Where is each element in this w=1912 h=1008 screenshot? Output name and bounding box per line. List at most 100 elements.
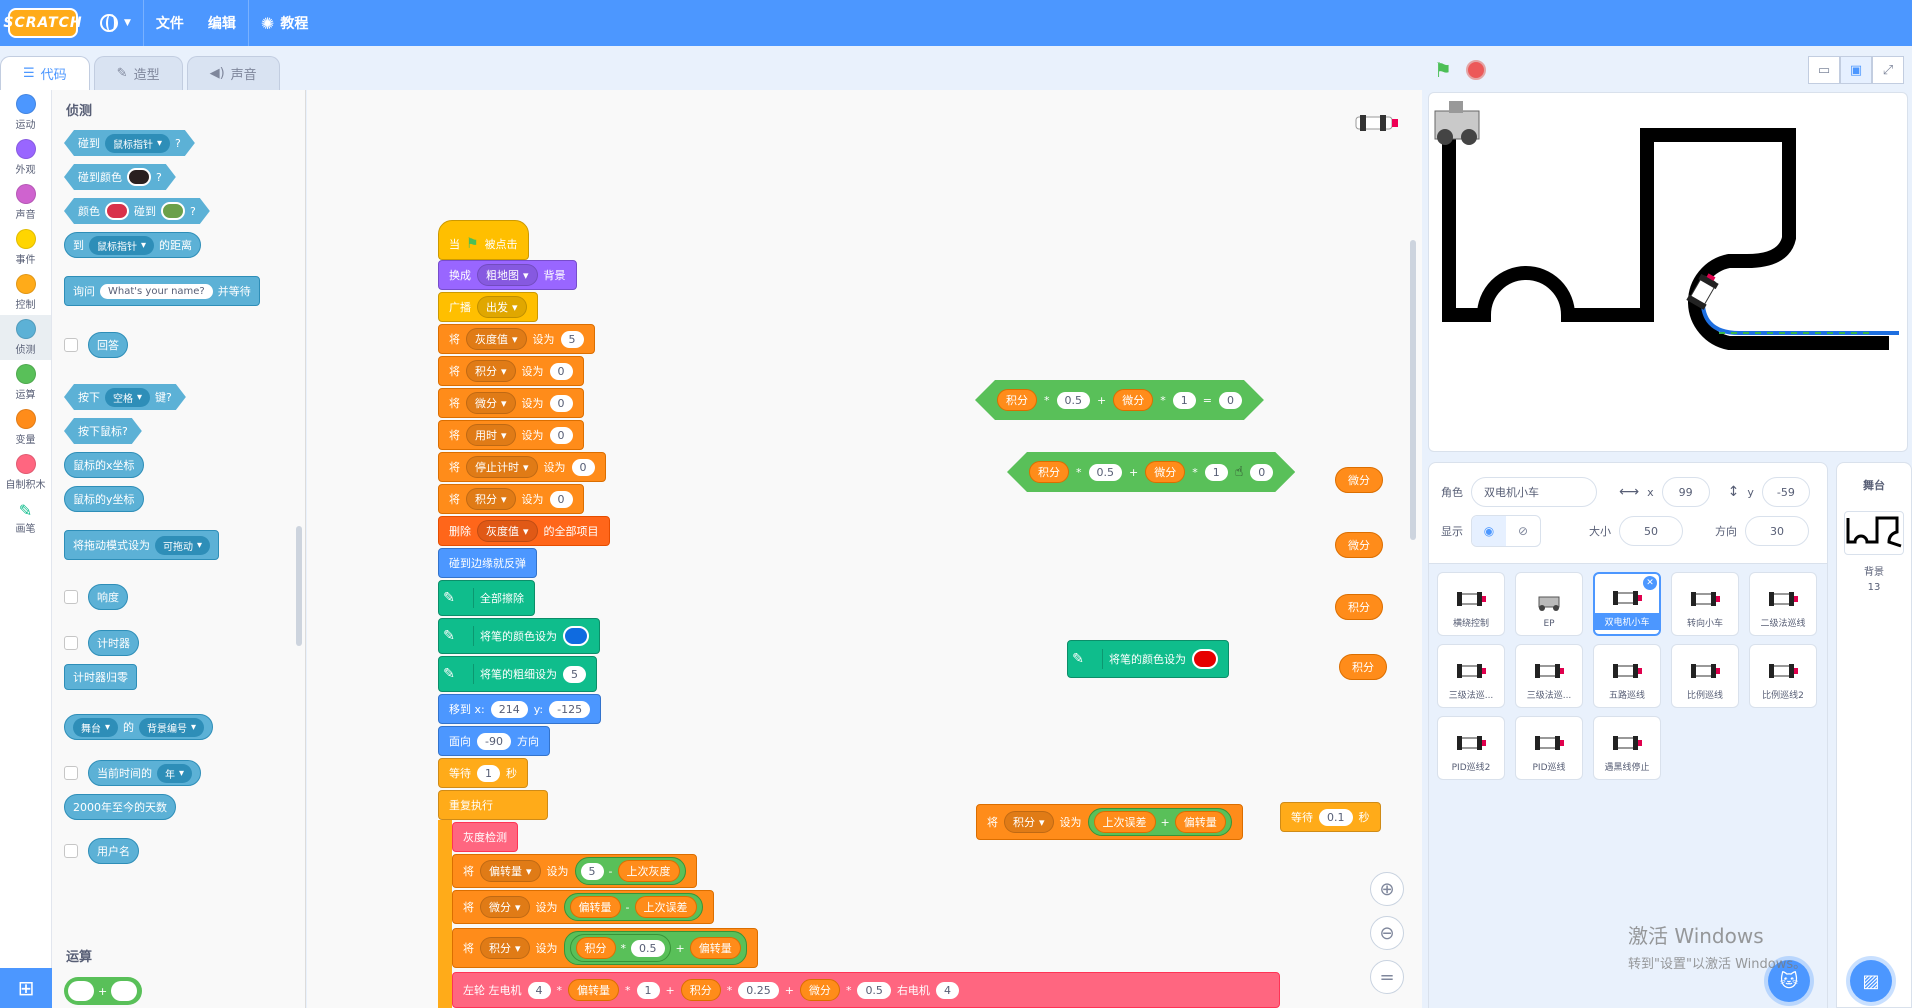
touching-color-block[interactable]: 碰到颜色 ? <box>64 164 176 190</box>
variable-dropdown[interactable]: 微分 ▾ <box>480 896 530 918</box>
set-offset-block[interactable]: 将 偏转量 ▾ 设为 5 - 上次灰度 <box>452 854 697 888</box>
color-touching-color-block[interactable]: 颜色 碰到 ? <box>64 198 210 224</box>
pen-color-swatch[interactable] <box>1192 649 1218 669</box>
language-menu[interactable]: ▼ <box>88 0 143 46</box>
tab-costumes[interactable]: ✎ 造型 <box>93 56 183 90</box>
value-input[interactable]: 0 <box>549 394 573 412</box>
erase-all-block[interactable]: ✎ 全部擦除 <box>438 580 535 616</box>
value-input[interactable]: 0 <box>549 490 573 508</box>
variable-dropdown[interactable]: 停止计时 ▾ <box>466 456 538 478</box>
color-swatch[interactable] <box>127 168 151 186</box>
broadcast-message-dropdown[interactable]: 出发 ▾ <box>477 296 527 318</box>
add-operator[interactable]: 积分 * 0.5 + 偏转量 <box>563 931 747 965</box>
motor-control-call-block[interactable]: 左轮 左电机 4 * 偏转量 * 1 + 积分 * 0.25 + 微分 * 0.… <box>452 972 1280 1008</box>
set-pen-color-block-2[interactable]: ✎ 将笔的颜色设为 <box>1067 640 1229 678</box>
add-operator[interactable]: 上次误差 + 偏转量 <box>1087 808 1232 836</box>
variable-dropdown[interactable]: 积分 ▾ <box>466 488 516 510</box>
small-stage-button[interactable]: ▭ <box>1808 56 1840 84</box>
set-integral-block[interactable]: 将 积分 ▾ 设为 0 <box>438 356 584 386</box>
script-area[interactable]: 当 ⚑ 被点击 换成 粗地图 ▾ 背景 广播 出发 ▾ 将 灰度值 ▾ 设为 5 将 … <box>307 90 1422 1008</box>
value-input[interactable]: 0 <box>549 426 573 444</box>
subtract-operator[interactable]: 5 - 上次灰度 <box>574 857 686 885</box>
direction-input[interactable]: -90 <box>477 732 511 750</box>
diff-reporter[interactable]: 微分 <box>1335 467 1383 493</box>
sprite-tile[interactable]: 二级法巡线 <box>1749 572 1817 636</box>
equals-expression-block[interactable]: 积分 * 0.5 + 微分 * 1 = 0 <box>975 380 1264 420</box>
value-input[interactable]: 0 <box>571 458 595 476</box>
sprite-tile[interactable]: 横绕控制 <box>1437 572 1505 636</box>
tab-code[interactable]: ☰ 代码 <box>0 56 90 90</box>
set-integral-block-2[interactable]: 将 积分 ▾ 设为 0 <box>438 484 584 514</box>
attribute-dropdown[interactable]: 背景编号 ▾ <box>139 717 205 737</box>
delete-sprite-icon[interactable]: ✕ <box>1643 576 1657 590</box>
integral-reporter-2[interactable]: 积分 <box>1339 654 1387 680</box>
set-diff-block[interactable]: 将 微分 ▾ 设为 0 <box>438 388 584 418</box>
time-unit-dropdown[interactable]: 年 ▾ <box>157 763 193 783</box>
stage-selector[interactable]: 舞台 背景 13 <box>1836 462 1912 1008</box>
size-input[interactable]: 50 <box>1619 516 1683 546</box>
set-drag-mode-block[interactable]: 将拖动模式设为 可拖动 ▾ <box>64 530 220 560</box>
hide-button[interactable]: ⊘ <box>1506 516 1540 546</box>
current-time-checkbox[interactable] <box>64 766 78 780</box>
variable-dropdown[interactable]: 用时 ▾ <box>466 424 516 446</box>
category-sensing[interactable]: 侦测 <box>0 315 51 360</box>
zoom-out-button[interactable]: ⊖ <box>1370 916 1404 950</box>
ask-and-wait-block[interactable]: 询问 What's your name? 并等待 <box>64 276 260 306</box>
fullscreen-button[interactable]: ⤢ <box>1872 56 1904 84</box>
key-pressed-block[interactable]: 按下 空格 ▾ 键? <box>64 384 186 410</box>
timer-checkbox[interactable] <box>64 636 78 650</box>
edit-menu[interactable]: 编辑 <box>196 0 248 46</box>
category-my-blocks[interactable]: 自制积木 <box>0 450 51 495</box>
file-menu[interactable]: 文件 <box>144 0 196 46</box>
loudness-block[interactable]: 响度 <box>88 584 128 610</box>
wait-block[interactable]: 等待 1 秒 <box>438 758 528 788</box>
color-swatch-a[interactable] <box>105 202 129 220</box>
wait-block-floating[interactable]: 等待 0.1 秒 <box>1280 802 1381 832</box>
category-variables[interactable]: 变量 <box>0 405 51 450</box>
direction-input[interactable]: 30 <box>1745 516 1809 546</box>
variable-dropdown[interactable]: 积分 ▾ <box>480 937 530 959</box>
username-checkbox[interactable] <box>64 844 78 858</box>
sprite-tile[interactable]: 遇黑线停止 <box>1593 716 1661 780</box>
workspace-scrollbar[interactable] <box>1410 240 1416 540</box>
sprite-tile[interactable]: PID巡线2 <box>1437 716 1505 780</box>
variable-dropdown[interactable]: 微分 ▾ <box>466 392 516 414</box>
ask-text-input[interactable]: What's your name? <box>100 283 213 299</box>
drag-mode-dropdown[interactable]: 可拖动 ▾ <box>155 535 211 555</box>
username-block[interactable]: 用户名 <box>88 838 139 864</box>
category-control[interactable]: 控制 <box>0 270 51 315</box>
variable-dropdown[interactable]: 偏转量 ▾ <box>480 860 541 882</box>
x-input[interactable]: 214 <box>490 700 528 718</box>
category-looks[interactable]: 外观 <box>0 135 51 180</box>
set-time-block[interactable]: 将 用时 ▾ 设为 0 <box>438 420 584 450</box>
x-input[interactable]: 99 <box>1661 477 1710 507</box>
mouse-x-block[interactable]: 鼠标的x坐标 <box>64 452 144 478</box>
sprite-tile[interactable]: 比例巡线 <box>1671 644 1739 708</box>
touching-target-dropdown[interactable]: 鼠标指针 ▾ <box>105 134 170 153</box>
diff-reporter-2[interactable]: 微分 <box>1335 532 1383 558</box>
stage-dropdown[interactable]: 舞台 ▾ <box>73 717 119 737</box>
pen-size-input[interactable]: 5 <box>563 665 586 683</box>
zoom-reset-button[interactable]: = <box>1370 960 1404 994</box>
category-motion[interactable]: 运动 <box>0 90 51 135</box>
variable-dropdown[interactable]: 灰度值 ▾ <box>466 328 527 350</box>
set-integral-calc-block[interactable]: 将 积分 ▾ 设为 积分 * 0.5 + 偏转量 <box>452 928 758 968</box>
add-operator-block[interactable]: + <box>64 977 142 1005</box>
stage-canvas[interactable] <box>1428 92 1908 452</box>
set-integral-floating-block[interactable]: 将 积分 ▾ 设为 上次误差 + 偏转量 <box>976 804 1243 840</box>
distance-target-dropdown[interactable]: 鼠标指针 ▾ <box>89 235 155 255</box>
bounce-on-edge-block[interactable]: 碰到边缘就反弹 <box>438 548 537 578</box>
sprite-tile[interactable]: EP <box>1515 572 1583 636</box>
key-dropdown[interactable]: 空格 ▾ <box>105 388 150 407</box>
set-pen-size-block[interactable]: ✎ 将笔的粗细设为 5 <box>438 656 597 692</box>
point-in-direction-block[interactable]: 面向 -90 方向 <box>438 726 550 756</box>
answer-checkbox[interactable] <box>64 338 78 352</box>
touching-block[interactable]: 碰到 鼠标指针 ▾ ? <box>64 130 195 156</box>
wait-seconds-input[interactable]: 1 <box>477 764 500 782</box>
palette-scrollbar[interactable] <box>296 526 302 646</box>
large-stage-button[interactable]: ▣ <box>1840 56 1872 84</box>
distance-to-block[interactable]: 到 鼠标指针 ▾ 的距离 <box>64 232 202 258</box>
backdrop-dropdown[interactable]: 粗地图 ▾ <box>477 264 538 286</box>
choose-backdrop-button[interactable]: ▨ <box>1850 960 1892 1002</box>
switch-backdrop-block[interactable]: 换成 粗地图 ▾ 背景 <box>438 260 577 290</box>
